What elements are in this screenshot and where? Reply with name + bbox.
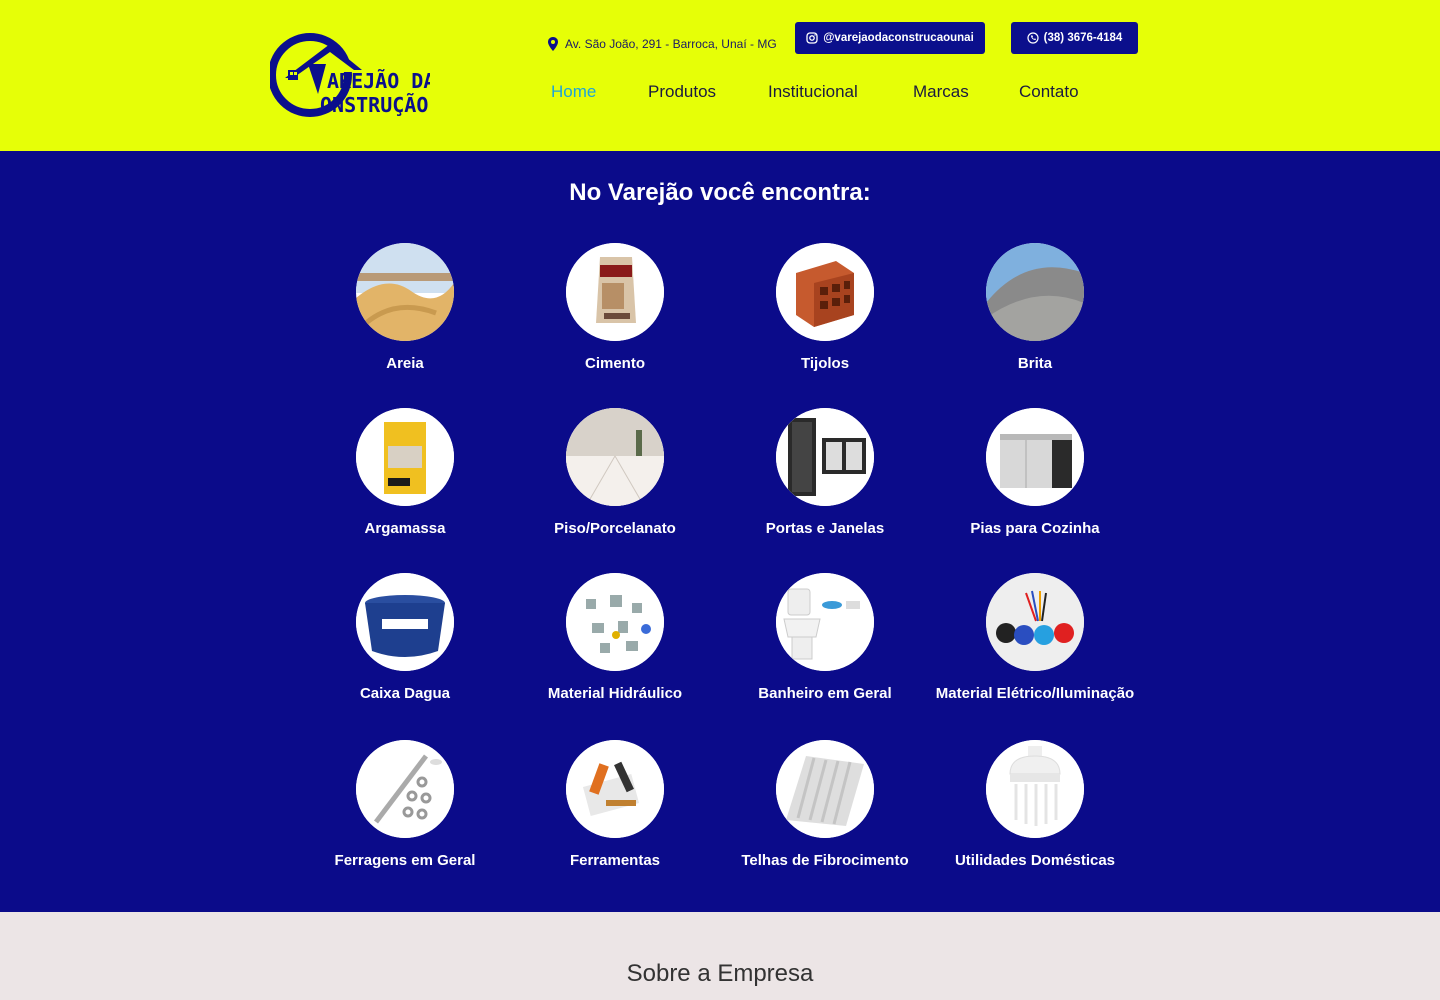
- category-portas[interactable]: Portas e Janelas: [720, 408, 930, 537]
- sand-image: [356, 243, 454, 341]
- category-ferragens[interactable]: Ferragens em Geral: [300, 740, 510, 869]
- category-argamassa[interactable]: Argamassa: [300, 408, 510, 537]
- category-ferramentas[interactable]: Ferramentas: [510, 740, 720, 869]
- water-tank-image: [356, 573, 454, 671]
- category-brita[interactable]: Brita: [930, 243, 1140, 372]
- phone-number: (38) 3676-4184: [1043, 32, 1123, 44]
- category-label: Brita: [1017, 355, 1053, 372]
- site-header: AREJÃO DA ONSTRUÇÃO Av. São João, 291 - …: [0, 0, 1440, 151]
- category-label: Piso/Porcelanato: [554, 520, 676, 537]
- kitchen-sink-image: [986, 408, 1084, 506]
- category-label: Utilidades Domésticas: [954, 852, 1116, 869]
- nav-produtos[interactable]: Produtos: [648, 82, 716, 102]
- plumbing-fittings-image: [566, 573, 664, 671]
- roof-tile-image: [776, 740, 874, 838]
- nav-marcas[interactable]: Marcas: [913, 82, 969, 102]
- category-label: Cimento: [585, 355, 645, 372]
- category-label: Argamassa: [364, 520, 446, 537]
- nav-contato[interactable]: Contato: [1019, 82, 1079, 102]
- main-nav: Home Produtos Institucional Marcas Conta…: [0, 82, 1440, 104]
- category-label: Pias para Cozinha: [970, 520, 1100, 537]
- gravel-image: [986, 243, 1084, 341]
- address-text: Av. São João, 291 - Barroca, Unaí - MG: [565, 37, 777, 51]
- logo-mark-icon: AREJÃO DA ONSTRUÇÃO: [268, 33, 435, 117]
- hardware-bolts-image: [356, 740, 454, 838]
- nav-institucional[interactable]: Institucional: [768, 82, 858, 102]
- category-areia[interactable]: Areia: [300, 243, 510, 372]
- category-label: Material Hidráulico: [547, 685, 683, 702]
- category-banheiro[interactable]: Banheiro em Geral: [720, 573, 930, 702]
- categories-title: No Varejão você encontra:: [569, 179, 871, 206]
- mortar-bag-image: [356, 408, 454, 506]
- shower-head-image: [986, 740, 1084, 838]
- instagram-button[interactable]: @varejaodaconstrucaounai: [795, 22, 985, 54]
- category-label: Ferragens em Geral: [334, 852, 476, 869]
- nav-home[interactable]: Home: [551, 82, 596, 102]
- about-title: Sobre a Empresa: [626, 960, 814, 987]
- category-label: Portas e Janelas: [765, 520, 885, 537]
- tools-image: [566, 740, 664, 838]
- whatsapp-icon: [1027, 32, 1039, 44]
- category-label: Caixa Dagua: [359, 685, 451, 702]
- electric-cables-image: [986, 573, 1084, 671]
- category-utilidades[interactable]: Utilidades Domésticas: [930, 740, 1140, 869]
- store-address: Av. São João, 291 - Barroca, Unaí - MG: [547, 37, 777, 51]
- category-label: Material Elétrico/Iluminação: [935, 685, 1135, 702]
- category-telhas[interactable]: Telhas de Fibrocimento: [720, 740, 930, 869]
- category-label: Areia: [386, 355, 424, 372]
- category-label: Tijolos: [800, 355, 850, 372]
- brick-image: [776, 243, 874, 341]
- instagram-handle: @varejaodaconstrucaounai: [823, 32, 974, 44]
- cement-bag-image: [566, 243, 664, 341]
- site-logo[interactable]: AREJÃO DA ONSTRUÇÃO: [268, 30, 435, 120]
- category-pias[interactable]: Pias para Cozinha: [930, 408, 1140, 537]
- category-caixa-dagua[interactable]: Caixa Dagua: [300, 573, 510, 702]
- category-hidraulico[interactable]: Material Hidráulico: [510, 573, 720, 702]
- instagram-icon: [806, 32, 818, 44]
- about-section: Sobre a Empresa: [0, 912, 1440, 1000]
- category-tijolos[interactable]: Tijolos: [720, 243, 930, 372]
- whatsapp-button[interactable]: (38) 3676-4184: [1011, 22, 1138, 54]
- location-pin-icon: [548, 37, 558, 51]
- category-eletrico[interactable]: Material Elétrico/Iluminação: [930, 573, 1140, 702]
- toilet-image: [776, 573, 874, 671]
- door-window-image: [776, 408, 874, 506]
- category-label: Banheiro em Geral: [758, 685, 892, 702]
- category-cimento[interactable]: Cimento: [510, 243, 720, 372]
- tile-floor-image: [566, 408, 664, 506]
- category-label: Ferramentas: [569, 852, 661, 869]
- category-piso[interactable]: Piso/Porcelanato: [510, 408, 720, 537]
- categories-section: No Varejão você encontra: Areia Cimento …: [0, 151, 1440, 912]
- category-label: Telhas de Fibrocimento: [741, 852, 909, 869]
